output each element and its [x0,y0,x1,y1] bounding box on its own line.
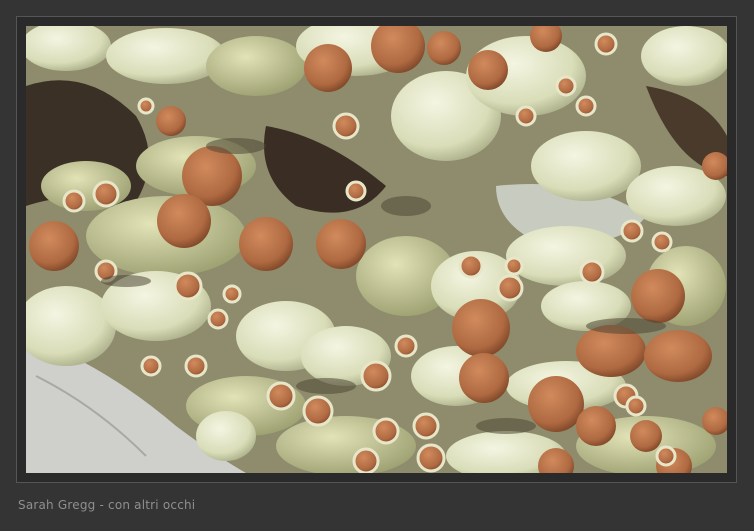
photo-caption: Sarah Gregg - con altri occhi [18,498,196,512]
lichen-illustration [26,26,727,473]
lichen-photo [26,26,727,473]
